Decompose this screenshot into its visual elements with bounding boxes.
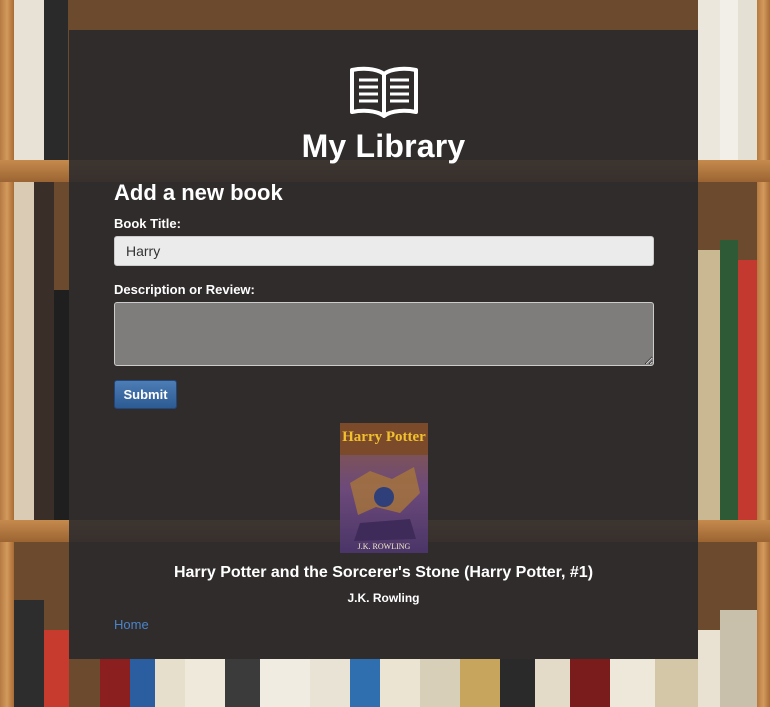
description-textarea[interactable] [114,302,654,366]
home-link[interactable]: Home [114,617,149,632]
book-title-label: Book Title: [114,216,181,231]
shelf-post-left [0,0,14,707]
main-panel: My Library Add a new book Book Title: De… [69,30,698,659]
shelf-post-right [757,0,770,707]
cover-author-text: J.K. ROWLING [358,542,411,551]
submit-button[interactable]: Submit [114,380,177,409]
app-title: My Library [301,128,466,164]
open-book-icon [350,66,418,118]
book-cover-image[interactable]: Harry Potter J.K. ROWLING [340,423,428,553]
book-title-input[interactable] [114,236,654,266]
cover-title-text: Harry Potter [342,429,426,445]
result-book-title: Harry Potter and the Sorcerer's Stone (H… [173,564,594,581]
form-heading: Add a new book [114,180,283,205]
description-label: Description or Review: [114,282,255,297]
result-book-author: J.K. Rowling [347,591,420,605]
